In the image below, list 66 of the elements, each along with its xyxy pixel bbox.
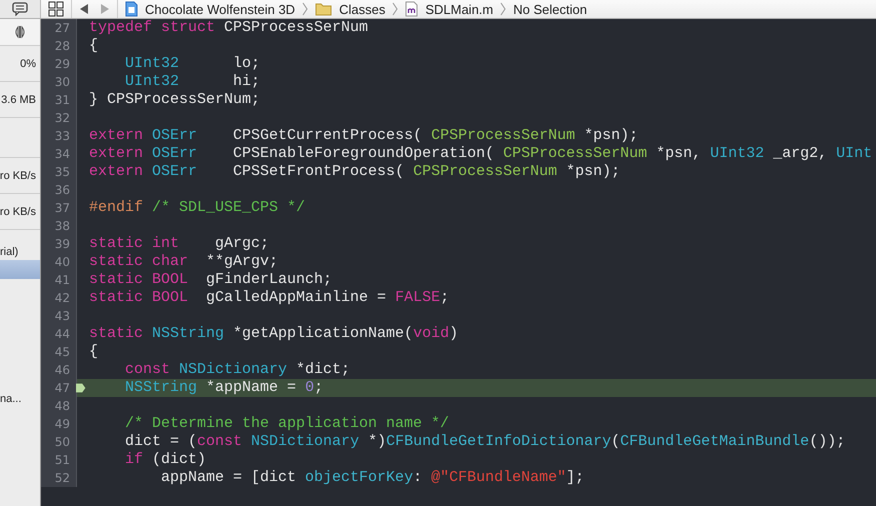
code-line: UInt32 lo; [124, 55, 260, 73]
code-line: static BOOL gFinderLaunch; [89, 271, 332, 289]
line-number: 29 [54, 57, 70, 71]
line-number: 33 [54, 129, 70, 143]
code-line: } CPSProcessSerNum; [89, 91, 260, 109]
line-number: 34 [54, 147, 70, 161]
code-line: static char **gArgv; [89, 253, 278, 271]
line-number: 50 [54, 435, 70, 449]
debug-value: ro KB/s [0, 194, 40, 230]
code-line: typedef struct CPSProcessSerNum [89, 19, 368, 37]
debug-value: 0% [0, 46, 40, 82]
code-line: if (dict) [124, 451, 206, 469]
code-line: extern OSErr CPSEnableForegroundOperation( CPSProcessSerNum *psn, UInt32 _arg2, UInt [89, 145, 872, 163]
line-number: 38 [54, 219, 70, 233]
line-number: 41 [54, 273, 70, 287]
code-line: { [89, 343, 98, 361]
code-line: dict = (const NSDictionary *)CFBundleGetInfoDictionary(CFBundleGetMainBundle()); [124, 433, 846, 451]
debug-value: ro KB/s [0, 158, 40, 194]
chevron-icon [302, 2, 308, 16]
breadcrumb-item[interactable]: Chocolate Wolfenstein 3D [145, 2, 296, 16]
code-line: #endif /* SDL_USE_CPS */ [89, 199, 306, 217]
code-line: /* Determine the application name */ [124, 415, 450, 433]
code-line: NSString *appName = 0; [124, 379, 324, 397]
comment-icon[interactable] [12, 2, 28, 16]
code-line: extern OSErr CPSSetFrontProcess( CPSProcessSerNum *psn); [89, 163, 620, 181]
line-number: 36 [54, 183, 70, 197]
line-number: 44 [54, 327, 70, 341]
source-file-icon [405, 1, 418, 17]
line-number: 46 [54, 363, 70, 377]
line-number: 47 [54, 381, 70, 395]
debug-value: na... [0, 392, 22, 407]
line-number: 51 [54, 453, 70, 467]
code-line: static NSString *getApplicationName(void) [89, 325, 458, 343]
debug-value: rial) [0, 245, 20, 260]
line-number: 35 [54, 165, 70, 179]
code-line: const NSDictionary *dict; [124, 361, 350, 379]
line-number: 32 [54, 111, 70, 125]
line-number: 42 [54, 291, 70, 305]
line-number: 39 [54, 237, 70, 251]
code-line: { [89, 37, 98, 55]
line-number: 31 [54, 93, 70, 107]
breadcrumb-item[interactable]: Classes [339, 2, 386, 16]
line-number: 28 [54, 39, 70, 53]
line-number: 52 [54, 471, 70, 485]
code-line: static int gArgc; [89, 235, 270, 253]
line-number: 27 [54, 21, 70, 35]
code-line: UInt32 hi; [124, 73, 260, 91]
line-number: 30 [54, 75, 70, 89]
code-line: appName = [dict objectForKey: @"CFBundleName"]; [160, 469, 584, 487]
code-line: static BOOL gCalledAppMainline = FALSE; [89, 289, 450, 307]
code-line: extern OSErr CPSGetCurrentProcess( CPSProcessSerNum *psn); [89, 127, 638, 145]
breadcrumb-item[interactable]: No Selection [513, 2, 587, 16]
line-number: 49 [54, 417, 70, 431]
grid-icon[interactable] [48, 1, 64, 17]
line-number: 43 [54, 309, 70, 323]
line-number: 40 [54, 255, 70, 269]
breadcrumb-item[interactable]: SDLMain.m [425, 2, 494, 16]
chevron-icon [500, 2, 506, 16]
back-icon[interactable] [79, 3, 89, 15]
document-icon [125, 1, 138, 17]
debug-value: 3.6 MB [0, 82, 40, 118]
line-number: 45 [54, 345, 70, 359]
chevron-icon [392, 2, 398, 16]
line-number: 48 [54, 399, 70, 413]
line-number: 37 [54, 201, 70, 215]
folder-icon [315, 2, 332, 16]
